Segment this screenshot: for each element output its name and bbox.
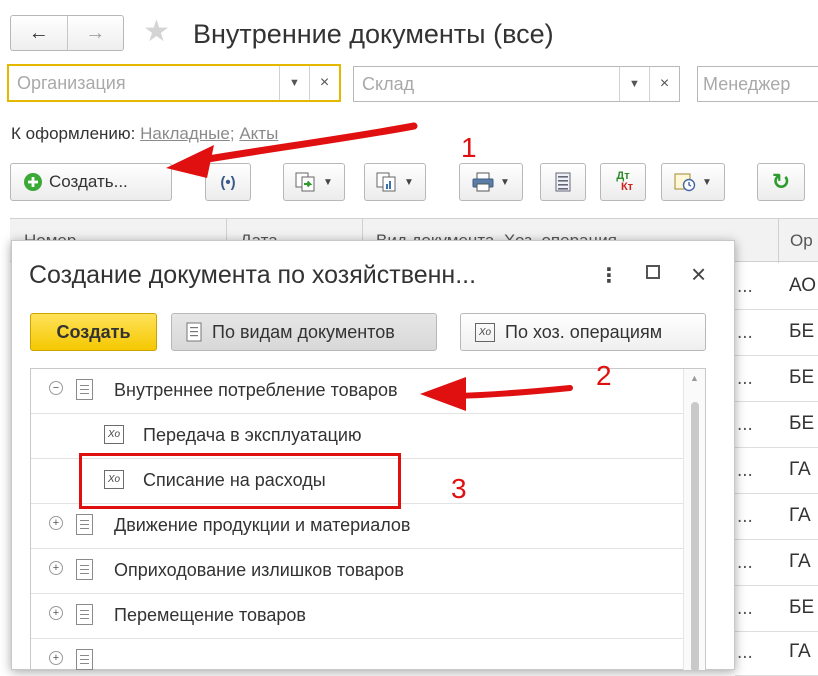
annotation-highlight-box xyxy=(79,453,401,509)
annotation-arrow-2 xyxy=(420,377,573,411)
annotation-step-1: 1 xyxy=(461,132,477,163)
annotation-step-2: 2 xyxy=(596,360,612,391)
annotation-step-3: 3 xyxy=(451,473,467,504)
annotation-arrows xyxy=(166,122,573,411)
annotation-arrow-1 xyxy=(166,122,418,178)
